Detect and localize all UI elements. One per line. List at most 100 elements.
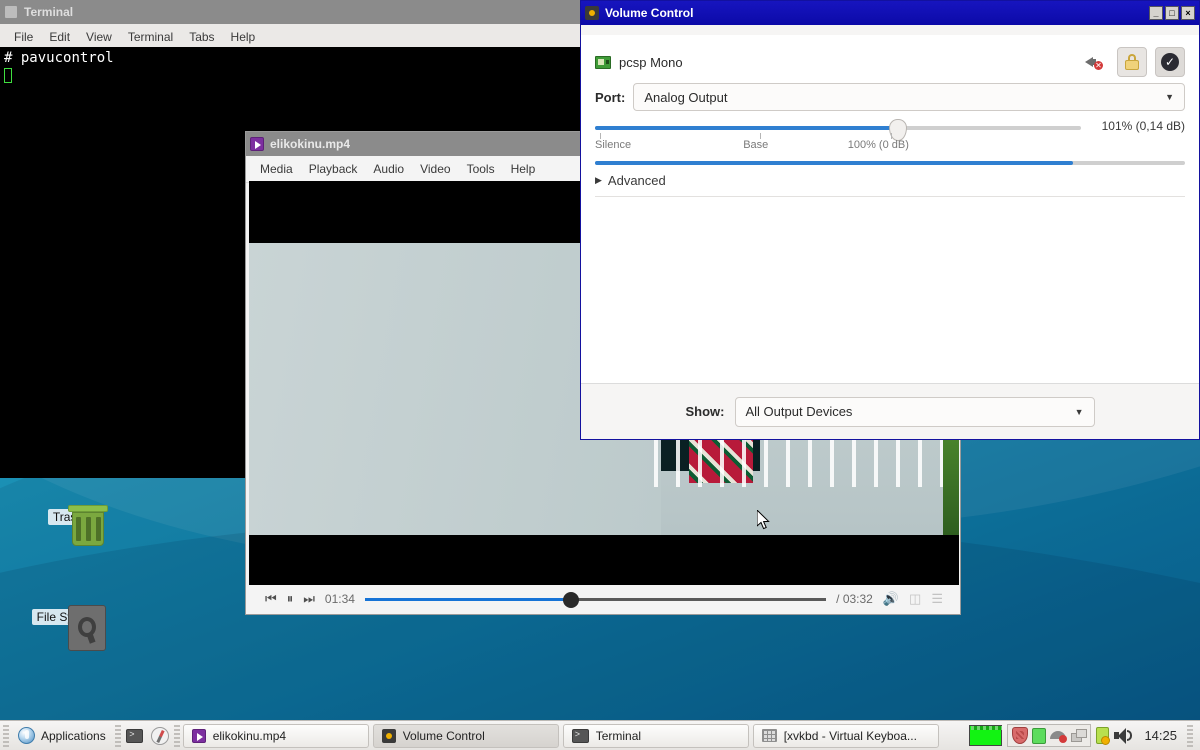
task-button-vlc[interactable]: elikokinu.mp4 xyxy=(182,723,369,748)
window-buttons[interactable]: _ □ × xyxy=(1149,6,1195,20)
port-label: Port: xyxy=(595,89,626,105)
terminal-icon xyxy=(4,5,18,19)
video-letterbox-bottom xyxy=(249,535,959,585)
menu-item-tabs[interactable]: Tabs xyxy=(181,28,222,46)
volume-slider[interactable] xyxy=(595,119,1081,141)
system-tray[interactable]: 14:25 xyxy=(965,724,1197,747)
desktop-icon-file-system[interactable]: File System xyxy=(20,605,116,651)
card-separator xyxy=(595,196,1185,197)
menu-item-terminal[interactable]: Terminal xyxy=(120,28,181,46)
battery-charging-icon[interactable] xyxy=(1096,727,1111,745)
vlc-icon xyxy=(250,137,264,151)
menu-item-help[interactable]: Help xyxy=(223,28,264,46)
terminal-line: # pavucontrol xyxy=(4,49,576,67)
menu-item-playback[interactable]: Playback xyxy=(301,160,366,178)
xvkbd-icon xyxy=(761,729,777,742)
menu-item-view[interactable]: View xyxy=(78,28,120,46)
vlc-icon xyxy=(191,728,206,743)
terminal-icon xyxy=(126,728,144,743)
panel-grip[interactable] xyxy=(3,724,9,747)
volume-level-meter xyxy=(595,161,1185,165)
device-header-row: pcsp Mono ✕ ✓ xyxy=(595,47,1185,77)
maximize-button[interactable]: □ xyxy=(1165,6,1179,20)
task-button-xvkbd[interactable]: [xvkbd - Virtual Keyboa... xyxy=(752,723,939,748)
screen-preview-icon[interactable] xyxy=(969,725,1003,746)
show-label: Show: xyxy=(685,404,725,419)
pavucontrol-icon xyxy=(585,6,599,20)
mouse-cursor xyxy=(757,510,770,530)
volume-speaker-icon[interactable] xyxy=(1114,727,1134,745)
set-default-button[interactable]: ✓ xyxy=(1155,47,1185,77)
tray-icon-group[interactable] xyxy=(1007,724,1092,747)
port-select[interactable]: Analog Output ▼ xyxy=(633,83,1185,111)
tasklist-grip[interactable] xyxy=(173,724,180,747)
terminal-launcher[interactable] xyxy=(124,725,146,747)
window-tasklist[interactable]: elikokinu.mp4 Volume Control Terminal [x… xyxy=(182,723,963,749)
device-actions[interactable]: ✕ ✓ xyxy=(1079,47,1185,77)
show-select[interactable]: All Output Devices ▼ xyxy=(734,396,1095,427)
task-label: Volume Control xyxy=(402,728,485,743)
scale-label-base: Base xyxy=(743,139,769,151)
pause-button[interactable]: ⏸ xyxy=(287,591,294,607)
advanced-label: Advanced xyxy=(607,173,666,188)
menu-item-media[interactable]: Media xyxy=(252,160,301,178)
menu-item-video[interactable]: Video xyxy=(412,160,458,178)
chevron-right-icon: ▶ xyxy=(595,175,602,185)
volume-control-footer: Show: All Output Devices ▼ xyxy=(581,383,1199,439)
close-button[interactable]: × xyxy=(1181,6,1195,20)
seek-slider[interactable] xyxy=(364,591,827,608)
minimize-button[interactable]: _ xyxy=(1149,6,1163,20)
seek-handle[interactable] xyxy=(563,592,580,608)
playlist-icon[interactable]: ☰ xyxy=(931,591,943,607)
menu-item-edit[interactable]: Edit xyxy=(41,28,78,46)
volume-readout: 101% (0,14 dB) xyxy=(1101,119,1185,133)
applications-menu-button[interactable]: Applications xyxy=(12,725,112,746)
menu-item-audio[interactable]: Audio xyxy=(365,160,412,178)
volume-control-titlebar[interactable]: Volume Control _ □ × xyxy=(581,1,1199,25)
terminal-title: Terminal xyxy=(24,5,74,19)
volume-icon[interactable]: 🔊 xyxy=(883,591,899,607)
previous-button[interactable]: ⏮ xyxy=(265,591,277,607)
task-label: [xvkbd - Virtual Keyboa... xyxy=(783,728,917,743)
battery-green-icon[interactable] xyxy=(1032,727,1047,744)
fullscreen-icon[interactable]: ◫ xyxy=(909,591,921,607)
mute-button[interactable]: ✕ xyxy=(1079,47,1109,77)
firewall-shield-icon[interactable] xyxy=(1012,727,1029,744)
applications-label: Applications xyxy=(41,728,106,743)
network-offline-icon[interactable] xyxy=(1050,729,1068,743)
terminal-icon xyxy=(571,728,589,743)
check-icon: ✓ xyxy=(1161,53,1179,71)
menu-item-file[interactable]: File xyxy=(6,28,41,46)
device-name: pcsp Mono xyxy=(619,54,683,70)
volume-area: 101% (0,14 dB) Silence Base 100% (0 dB) xyxy=(595,119,1185,165)
menu-item-help[interactable]: Help xyxy=(503,160,544,178)
vlc-control-bar[interactable]: ⏮ ⏸ ⏭ 01:34 / 03:32 🔊 ◫ ☰ xyxy=(249,585,959,613)
soundcard-icon xyxy=(595,55,611,69)
total-time: / 03:32 xyxy=(836,592,873,606)
task-button-terminal[interactable]: Terminal xyxy=(562,723,749,748)
chevron-down-icon: ▼ xyxy=(1165,92,1174,102)
scale-label-silence: Silence xyxy=(595,139,632,151)
volume-scale: Silence Base 100% (0 dB) xyxy=(595,133,1081,157)
next-button[interactable]: ⏭ xyxy=(303,591,315,607)
elapsed-time: 01:34 xyxy=(324,592,355,606)
compass-icon xyxy=(150,726,169,745)
taskbar[interactable]: Applications elikokinu.mp4 Volume Contro… xyxy=(0,720,1200,750)
volume-control-window[interactable]: Volume Control _ □ × Playback Recording … xyxy=(580,0,1200,440)
browser-launcher[interactable] xyxy=(149,725,171,747)
xfce-mouse-icon xyxy=(18,727,35,744)
menu-item-tools[interactable]: Tools xyxy=(459,160,503,178)
launcher-grip[interactable] xyxy=(114,724,121,747)
network-manager-icon[interactable] xyxy=(1071,729,1088,742)
lock-icon xyxy=(1125,54,1139,70)
task-button-volume-control[interactable]: Volume Control xyxy=(372,723,559,748)
terminal-prompt: # xyxy=(4,50,13,66)
clock[interactable]: 14:25 xyxy=(1139,728,1182,743)
tray-grip[interactable] xyxy=(1187,724,1193,747)
lock-channels-button[interactable] xyxy=(1117,47,1147,77)
port-row: Port: Analog Output ▼ xyxy=(595,83,1185,111)
terminal-titlebar[interactable]: Terminal xyxy=(0,0,580,24)
terminal-command: pavucontrol xyxy=(20,50,114,66)
desktop-icon-trash[interactable]: Trash xyxy=(20,505,116,546)
advanced-disclosure[interactable]: ▶ Advanced xyxy=(595,173,1185,188)
